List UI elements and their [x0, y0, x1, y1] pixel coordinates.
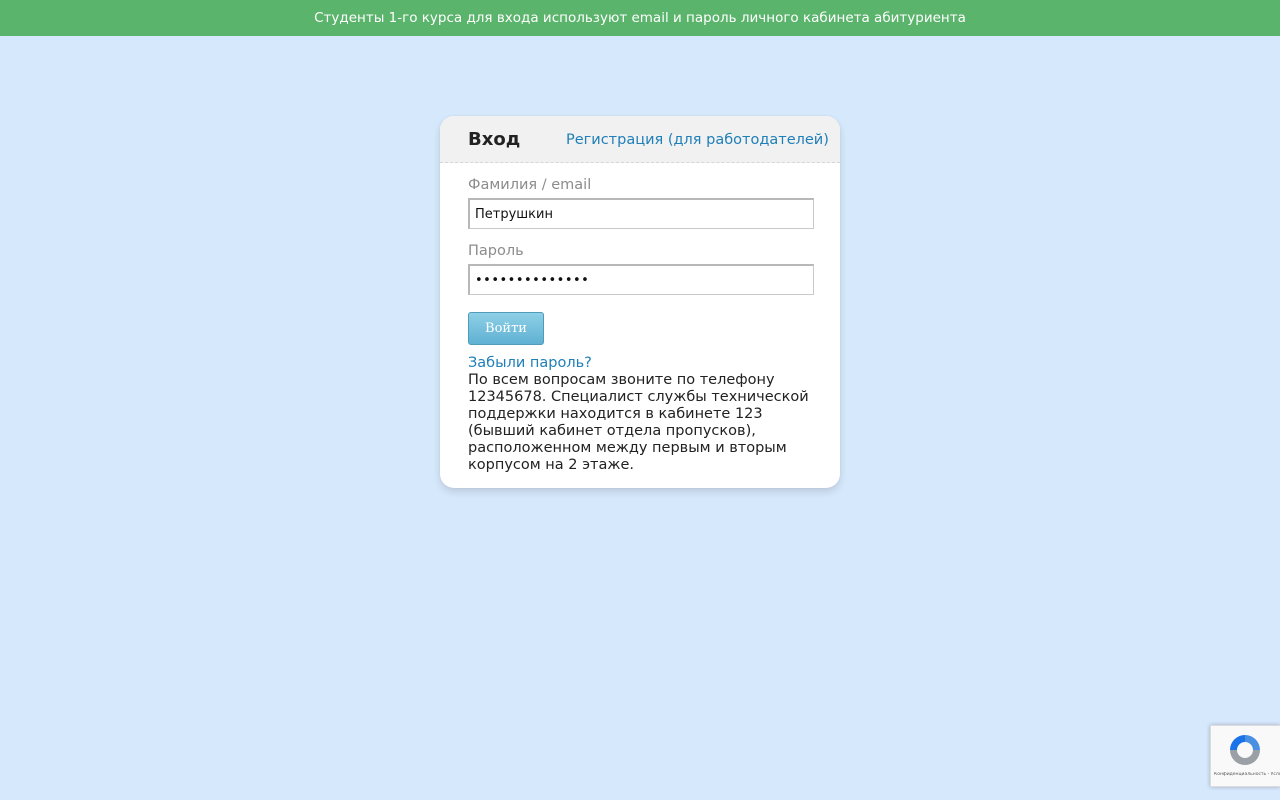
- login-card-header: Вход Регистрация (для работодателей): [440, 116, 840, 163]
- notice-text: Студенты 1-го курса для входа используют…: [314, 10, 966, 26]
- register-link[interactable]: Регистрация (для работодателей): [566, 132, 829, 148]
- login-input[interactable]: [468, 198, 814, 229]
- recaptcha-badge[interactable]: Конфиденциальность - Условия использован…: [1210, 725, 1280, 787]
- login-button[interactable]: Войти: [468, 312, 544, 345]
- login-title: Вход: [468, 129, 521, 150]
- password-field-label: Пароль: [468, 243, 524, 259]
- login-field-label: Фамилия / email: [468, 177, 592, 193]
- recaptcha-terms[interactable]: Конфиденциальность - Условия использован…: [1214, 772, 1280, 777]
- recaptcha-icon: [1230, 735, 1260, 765]
- login-card: Вход Регистрация (для работодателей) Фам…: [440, 116, 840, 488]
- forgot-password-link[interactable]: Забыли пароль?: [468, 355, 592, 371]
- support-info-text: По всем вопросам звоните по телефону 123…: [468, 372, 809, 473]
- password-input[interactable]: [468, 264, 814, 295]
- notice-banner: Студенты 1-го курса для входа используют…: [0, 0, 1280, 36]
